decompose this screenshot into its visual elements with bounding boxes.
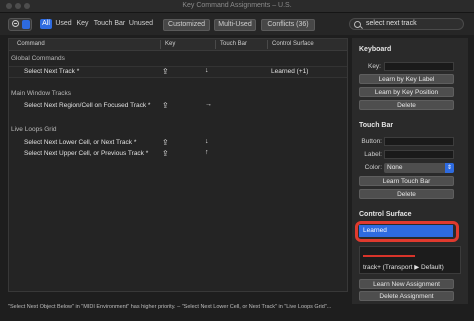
group-label: Main Window Tracks <box>11 90 71 97</box>
keyboard-delete-button[interactable]: Delete <box>359 100 454 110</box>
filter-conflicts[interactable]: Conflicts (36) <box>261 19 315 31</box>
filter-unused[interactable]: Unused <box>128 19 154 29</box>
group-label: Live Loops Grid <box>11 126 57 133</box>
learn-by-key-label-button[interactable]: Learn by Key Label <box>359 74 454 84</box>
search-input[interactable]: select next track <box>366 20 417 27</box>
group-header[interactable]: Main Window Tracks <box>11 90 71 97</box>
delete-assignment-button[interactable]: Delete Assignment <box>359 291 454 301</box>
table-row[interactable]: Select Next Upper Cell, or Previous Trac… <box>9 149 347 159</box>
touch-bar-assignment: ↓ <box>205 67 209 74</box>
button-label: Button: <box>361 138 382 145</box>
learn-touch-bar-button[interactable]: Learn Touch Bar <box>359 176 454 186</box>
learn-by-key-position-button[interactable]: Learn by Key Position <box>359 87 454 97</box>
chevron-updown-icon: ⇕ <box>445 163 454 173</box>
column-key[interactable]: Key <box>165 41 175 47</box>
command-name: Select Next Track * <box>24 68 80 75</box>
key-assignment: ⇪ <box>162 138 169 147</box>
command-name: Select Next Lower Cell, or Next Track * <box>24 139 137 146</box>
column-divider <box>267 40 268 49</box>
filter-all[interactable]: All <box>40 19 52 29</box>
color-select[interactable]: None ⇕ <box>384 163 454 173</box>
touch-bar-assignment: → <box>205 101 212 108</box>
control-surface-assignment: Learned (+1) <box>271 68 309 75</box>
key-field[interactable] <box>384 62 454 71</box>
title-bar: Key Command Assignments – U.S. <box>0 0 474 13</box>
redaction-mark <box>363 255 415 257</box>
group-label: Global Commands <box>11 55 65 62</box>
key-assignment: ⇪ <box>162 101 169 110</box>
touch-bar-section-title: Touch Bar <box>359 122 394 129</box>
column-divider <box>160 40 161 49</box>
touch-bar-button-field[interactable] <box>384 137 454 146</box>
color-select-value: None <box>387 164 403 171</box>
group-header[interactable]: Live Loops Grid <box>11 126 57 133</box>
filter-touch-bar[interactable]: Touch Bar <box>93 19 126 29</box>
control-surface-assignment-text: track+ (Transport ▶ Default) <box>363 264 444 271</box>
column-touch-bar[interactable]: Touch Bar <box>220 41 247 47</box>
label-label: Label: <box>364 151 382 158</box>
status-text: "Select Next Object Below" in "MIDI Envi… <box>8 304 332 310</box>
search-icon <box>354 21 361 28</box>
column-command[interactable]: Command <box>17 41 45 47</box>
learn-new-assignment-button[interactable]: Learn New Assignment <box>359 279 454 289</box>
search-field[interactable]: select next track <box>349 18 464 30</box>
key-assignment: ⇪ <box>162 149 169 158</box>
window-title: Key Command Assignments – U.S. <box>182 2 292 9</box>
column-divider <box>215 40 216 49</box>
key-label: Key: <box>367 63 381 70</box>
touch-bar-assignment: ↓ <box>205 138 209 145</box>
touch-bar-label-field[interactable] <box>384 150 454 159</box>
table-row[interactable]: Select Next Region/Cell on Focused Track… <box>9 101 347 111</box>
table-row[interactable]: Select Next Lower Cell, or Next Track * … <box>9 138 347 148</box>
command-list[interactable]: Command Key Touch Bar Control Surface Gl… <box>8 38 348 292</box>
keyboard-section-title: Keyboard <box>359 46 392 53</box>
column-control-surface[interactable]: Control Surface <box>272 41 314 47</box>
command-name: Select Next Upper Cell, or Previous Trac… <box>24 150 149 157</box>
table-row[interactable]: Select Next Track * ⇪ ↓ Learned (+1) <box>9 66 347 78</box>
highlight-annotation <box>355 221 459 242</box>
filter-used[interactable]: Used <box>55 19 72 29</box>
minus-circle-icon <box>12 20 19 27</box>
chevron-down-icon <box>22 20 30 29</box>
key-assignment: ⇪ <box>162 67 169 76</box>
control-surface-section-title: Control Surface <box>359 211 412 218</box>
action-menu-button[interactable] <box>8 18 32 31</box>
filter-multi-used[interactable]: Multi-Used <box>214 19 256 31</box>
color-label: Color: <box>364 164 382 171</box>
touch-bar-assignment: ↑ <box>205 149 209 156</box>
list-header: Command Key Touch Bar Control Surface <box>9 39 347 51</box>
toolbar: All Used Key Touch Bar Unused Customized… <box>0 13 474 35</box>
group-header[interactable]: Global Commands <box>11 55 65 62</box>
touch-bar-delete-button[interactable]: Delete <box>359 189 454 199</box>
command-name: Select Next Region/Cell on Focused Track… <box>24 102 151 109</box>
filter-key[interactable]: Key <box>75 19 90 29</box>
filter-customized[interactable]: Customized <box>163 19 210 31</box>
